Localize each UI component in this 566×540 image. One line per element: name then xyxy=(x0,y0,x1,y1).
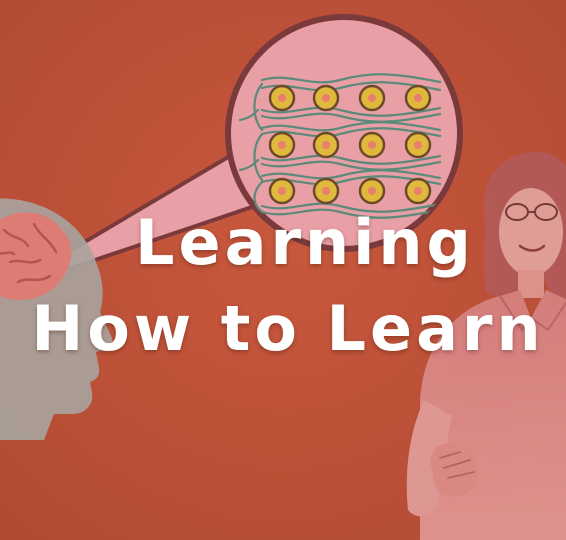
title-line-1: Learning xyxy=(135,206,475,279)
course-title: Learning How to Learn xyxy=(0,212,566,360)
video-thumbnail[interactable]: Learning How to Learn xyxy=(0,0,566,540)
title-line-2: How to Learn xyxy=(31,292,545,365)
